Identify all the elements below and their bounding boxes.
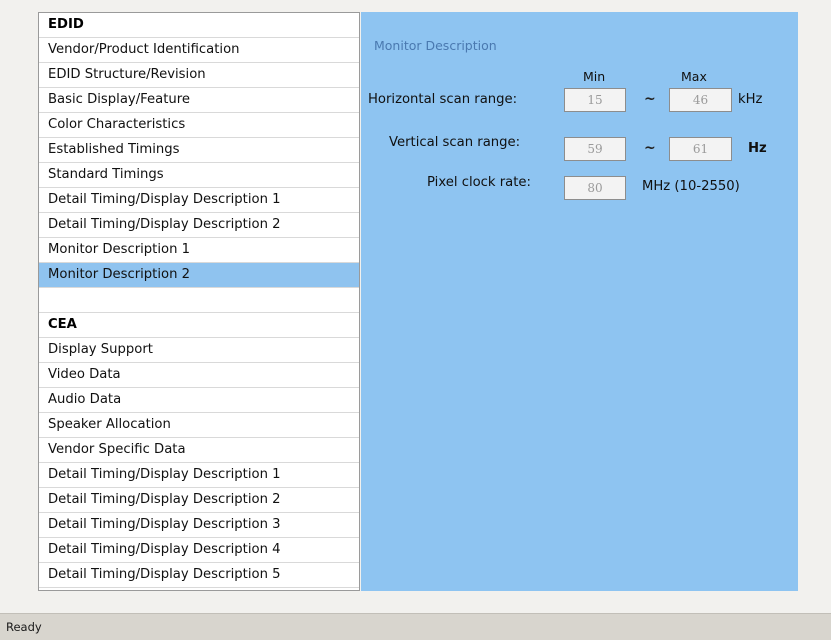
- nav-item-cea-detail-timing-4[interactable]: Detail Timing/Display Description 4: [39, 538, 359, 563]
- nav-spacer: [39, 288, 359, 313]
- status-text: Ready: [6, 620, 42, 634]
- pixel-clock-unit-label: MHz (10-2550): [642, 179, 740, 194]
- nav-item-monitor-description-1[interactable]: Monitor Description 1: [39, 238, 359, 263]
- horizontal-range-separator: ~: [644, 91, 656, 107]
- pixel-clock-rate-field[interactable]: [564, 176, 626, 200]
- nav-header-edid: EDID: [39, 13, 359, 38]
- nav-item-established-timings[interactable]: Established Timings: [39, 138, 359, 163]
- min-column-header: Min: [583, 69, 606, 84]
- monitor-description-panel: Monitor Description Min Max Horizontal s…: [361, 12, 798, 591]
- nav-item-edid-structure-revision[interactable]: EDID Structure/Revision: [39, 63, 359, 88]
- nav-item-audio-data[interactable]: Audio Data: [39, 388, 359, 413]
- edid-editor-window: EDID Vendor/Product Identification EDID …: [0, 0, 831, 640]
- nav-item-edid-detail-timing-1[interactable]: Detail Timing/Display Description 1: [39, 188, 359, 213]
- nav-item-cea-detail-timing-2[interactable]: Detail Timing/Display Description 2: [39, 488, 359, 513]
- nav-item-edid-detail-timing-2[interactable]: Detail Timing/Display Description 2: [39, 213, 359, 238]
- panel-title: Monitor Description: [374, 38, 497, 53]
- nav-item-display-support[interactable]: Display Support: [39, 338, 359, 363]
- nav-item-color-characteristics[interactable]: Color Characteristics: [39, 113, 359, 138]
- max-column-header: Max: [681, 69, 707, 84]
- vertical-range-separator: ~: [644, 140, 656, 156]
- vertical-scan-range-label: Vertical scan range:: [389, 135, 521, 150]
- nav-item-monitor-description-2[interactable]: Monitor Description 2: [39, 263, 359, 288]
- pixel-clock-rate-label: Pixel clock rate:: [427, 175, 531, 190]
- vertical-scan-max-field[interactable]: [669, 137, 732, 161]
- nav-header-cea: CEA: [39, 313, 359, 338]
- horizontal-scan-max-field[interactable]: [669, 88, 732, 112]
- nav-item-vendor-specific-data[interactable]: Vendor Specific Data: [39, 438, 359, 463]
- horizontal-unit-label: kHz: [738, 92, 763, 107]
- horizontal-scan-range-label: Horizontal scan range:: [368, 92, 518, 107]
- nav-item-cea-detail-timing-3[interactable]: Detail Timing/Display Description 3: [39, 513, 359, 538]
- nav-item-cea-detail-timing-1[interactable]: Detail Timing/Display Description 1: [39, 463, 359, 488]
- status-bar: Ready: [0, 613, 831, 640]
- nav-item-cea-detail-timing-5[interactable]: Detail Timing/Display Description 5: [39, 563, 359, 588]
- vertical-unit-label: Hz: [748, 141, 767, 156]
- horizontal-scan-min-field[interactable]: [564, 88, 626, 112]
- nav-item-vendor-product-identification[interactable]: Vendor/Product Identification: [39, 38, 359, 63]
- nav-item-standard-timings[interactable]: Standard Timings: [39, 163, 359, 188]
- nav-item-video-data[interactable]: Video Data: [39, 363, 359, 388]
- section-nav-list: EDID Vendor/Product Identification EDID …: [38, 12, 360, 591]
- nav-item-speaker-allocation[interactable]: Speaker Allocation: [39, 413, 359, 438]
- vertical-scan-min-field[interactable]: [564, 137, 626, 161]
- nav-item-basic-display-feature[interactable]: Basic Display/Feature: [39, 88, 359, 113]
